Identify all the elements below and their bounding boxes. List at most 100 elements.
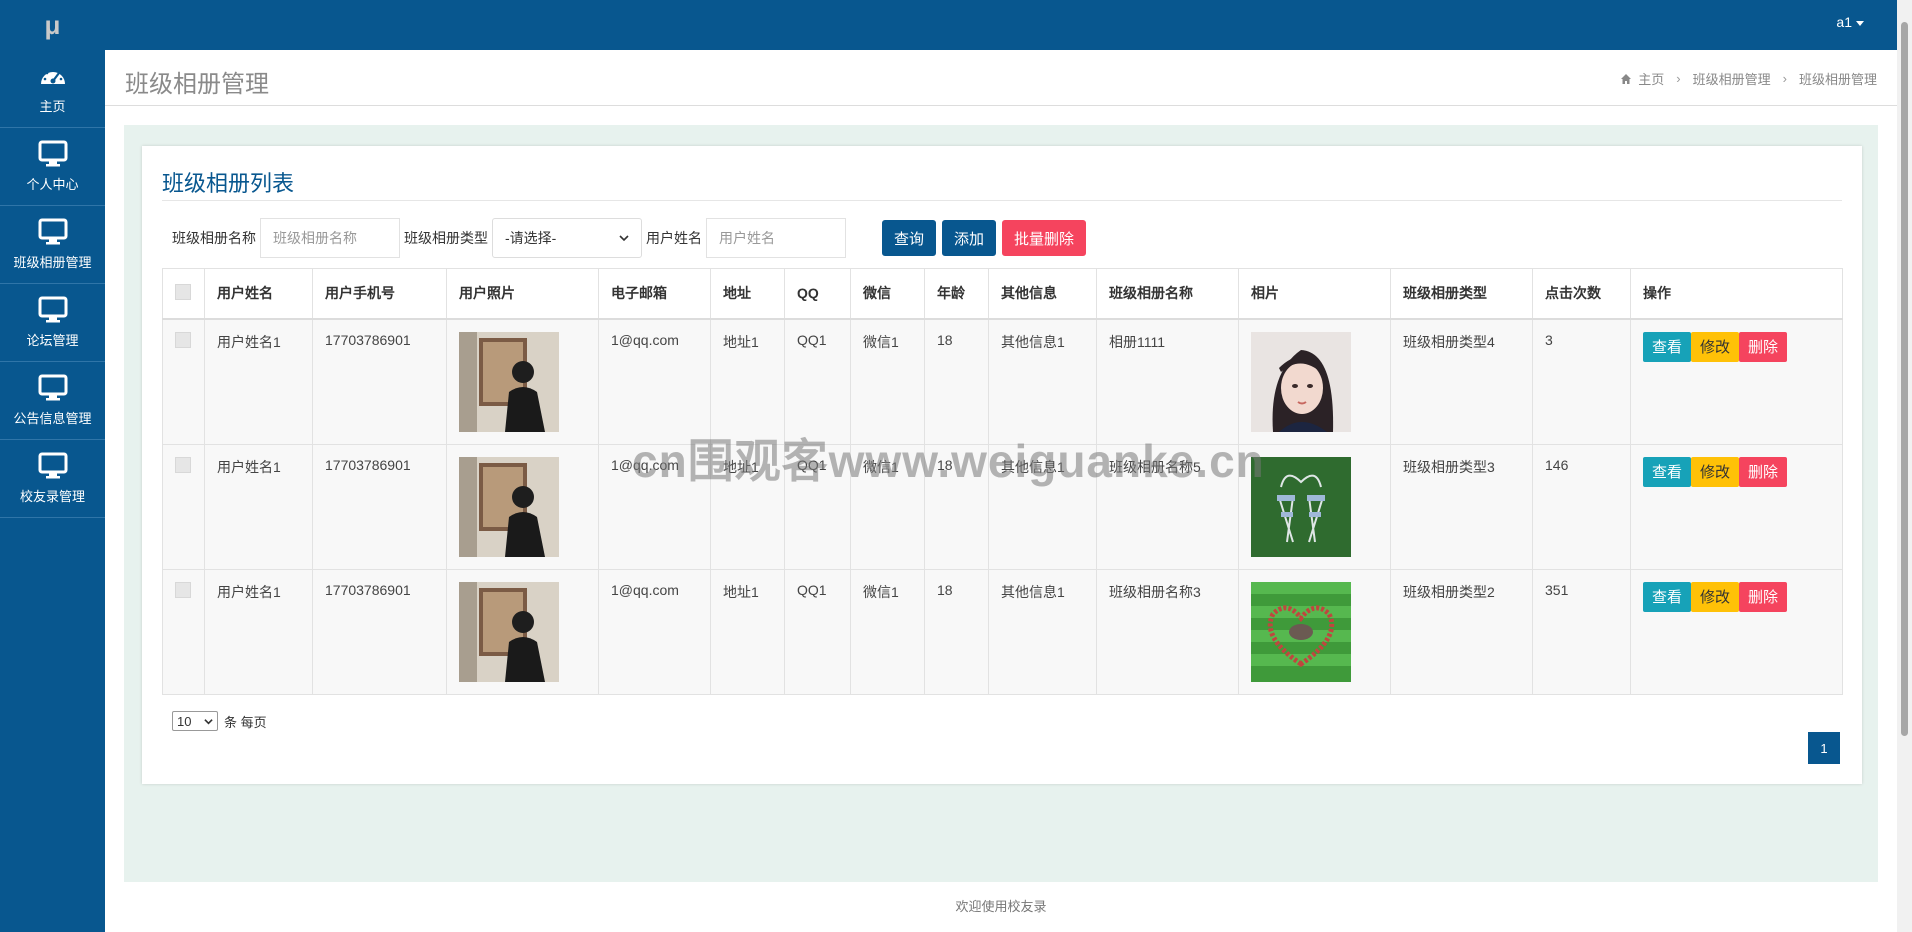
monitor-icon	[38, 374, 67, 401]
column-header: 班级相册类型	[1390, 268, 1533, 320]
cell-user-name: 用户姓名1	[204, 318, 313, 445]
table-header-row: 用户姓名 用户手机号 用户照片 电子邮箱 地址 QQ 微信 年龄 其他信息 班级…	[162, 268, 1843, 320]
query-button[interactable]: 查询	[882, 220, 937, 256]
column-header: 用户姓名	[204, 268, 313, 320]
cell-email: 1@qq.com	[598, 318, 711, 445]
column-header: 年龄	[924, 268, 989, 320]
row-select-cell	[162, 318, 205, 445]
sidebar-item-label: 论坛管理	[26, 333, 79, 348]
edit-button[interactable]: 修改	[1691, 331, 1740, 362]
sidebar-item-album[interactable]: 班级相册管理	[0, 206, 105, 284]
album-photo	[1251, 331, 1351, 432]
cell-album-type: 班级相册类型3	[1390, 443, 1533, 570]
delete-button[interactable]: 删除	[1739, 456, 1788, 487]
album-photo	[1251, 581, 1351, 682]
album-name-input[interactable]: 班级相册名称	[260, 218, 400, 258]
select-all-checkbox[interactable]	[175, 283, 191, 300]
cell-album-name: 班级相册名称3	[1096, 568, 1239, 695]
user-name-input[interactable]: 用户姓名	[706, 218, 846, 258]
sidebar-item-forum[interactable]: 论坛管理	[0, 284, 105, 362]
delete-button[interactable]: 删除	[1739, 331, 1788, 362]
user-photo	[459, 456, 559, 557]
album-type-label: 班级相册类型	[404, 230, 488, 246]
album-type-selected: -请选择-	[505, 230, 557, 246]
cell-ops: 查看 修改 删除	[1630, 318, 1843, 445]
page-header: 班级相册管理 主页 › 班级相册管理 › 班级相册管理	[105, 50, 1897, 106]
cell-clicks: 146	[1532, 443, 1631, 570]
scrollbar-thumb[interactable]	[1901, 22, 1908, 736]
edit-button[interactable]: 修改	[1691, 456, 1740, 487]
user-photo	[459, 581, 559, 682]
cell-address: 地址1	[710, 318, 785, 445]
divider	[162, 200, 1842, 201]
chevron-down-icon	[619, 235, 629, 242]
sidebar-item-personal-center[interactable]: 个人中心	[0, 128, 105, 206]
page-size-value: 10	[177, 713, 192, 729]
top-bar: a1	[105, 0, 1912, 50]
cell-album-photo	[1238, 318, 1391, 445]
cell-ops: 查看 修改 删除	[1630, 568, 1843, 695]
breadcrumb-item[interactable]: 班级相册管理	[1693, 69, 1771, 88]
edit-button[interactable]: 修改	[1691, 581, 1740, 612]
per-page-label: 条 每页	[224, 714, 267, 730]
cell-phone: 17703786901	[312, 318, 447, 445]
cell-address: 地址1	[710, 568, 785, 695]
footer: 欢迎使用校友录	[105, 882, 1897, 932]
column-header: 用户照片	[446, 268, 599, 320]
scrollbar[interactable]	[1897, 0, 1912, 932]
page-button-current[interactable]: 1	[1808, 732, 1840, 764]
breadcrumb-separator: ›	[1782, 71, 1787, 86]
monitor-icon	[38, 452, 67, 479]
sidebar-item-notice[interactable]: 公告信息管理	[0, 362, 105, 440]
sidebar-item-label: 公告信息管理	[13, 411, 92, 426]
row-checkbox[interactable]	[175, 331, 191, 348]
breadcrumb-home[interactable]: 主页	[1638, 69, 1664, 88]
username: a1	[1836, 14, 1852, 30]
chevron-down-icon	[204, 718, 213, 724]
cell-clicks: 351	[1532, 568, 1631, 695]
cell-other-info: 其他信息1	[988, 568, 1097, 695]
cell-album-type: 班级相册类型4	[1390, 318, 1533, 445]
batch-delete-button[interactable]: 批量删除	[1002, 220, 1087, 256]
monitor-icon	[38, 296, 67, 323]
cell-wechat: 微信1	[850, 443, 925, 570]
cell-age: 18	[924, 443, 989, 570]
delete-button[interactable]: 删除	[1739, 581, 1788, 612]
sidebar-item-home[interactable]: 主页	[0, 50, 105, 128]
sidebar-item-label: 校友录管理	[19, 489, 85, 504]
monitor-icon	[38, 218, 67, 245]
row-checkbox[interactable]	[175, 581, 191, 598]
cell-album-type: 班级相册类型2	[1390, 568, 1533, 695]
sidebar: μ 主页 个人中心 班级相册管理 论坛管理 公告信息管理 校友录管理	[0, 0, 105, 932]
album-photo	[1251, 456, 1351, 557]
select-all-cell	[162, 268, 205, 320]
home-icon	[1621, 73, 1632, 84]
page-size-select[interactable]: 10	[172, 711, 218, 731]
cell-age: 18	[924, 568, 989, 695]
row-checkbox[interactable]	[175, 456, 191, 473]
row-select-cell	[162, 568, 205, 695]
sidebar-item-alumni[interactable]: 校友录管理	[0, 440, 105, 518]
column-header: 地址	[710, 268, 785, 320]
column-header: QQ	[784, 268, 851, 320]
cell-album-photo	[1238, 568, 1391, 695]
view-button[interactable]: 查看	[1643, 331, 1692, 362]
cell-user-name: 用户姓名1	[204, 443, 313, 570]
album-type-select[interactable]: -请选择-	[492, 218, 642, 258]
cell-other-info: 其他信息1	[988, 318, 1097, 445]
add-button[interactable]: 添加	[942, 220, 997, 256]
cell-email: 1@qq.com	[598, 568, 711, 695]
user-menu[interactable]: a1	[1836, 14, 1864, 30]
sidebar-item-label: 班级相册管理	[13, 255, 92, 270]
column-header: 班级相册名称	[1096, 268, 1239, 320]
user-photo	[459, 331, 559, 432]
cell-phone: 17703786901	[312, 443, 447, 570]
cell-ops: 查看 修改 删除	[1630, 443, 1843, 570]
view-button[interactable]: 查看	[1643, 456, 1692, 487]
view-button[interactable]: 查看	[1643, 581, 1692, 612]
cell-user-photo	[446, 568, 599, 695]
column-header: 其他信息	[988, 268, 1097, 320]
column-header: 电子邮箱	[598, 268, 711, 320]
cell-qq: QQ1	[784, 568, 851, 695]
table-row: 用户姓名1 17703786901 1@qq.com 地址1 QQ1 微信1 1…	[162, 443, 1843, 570]
